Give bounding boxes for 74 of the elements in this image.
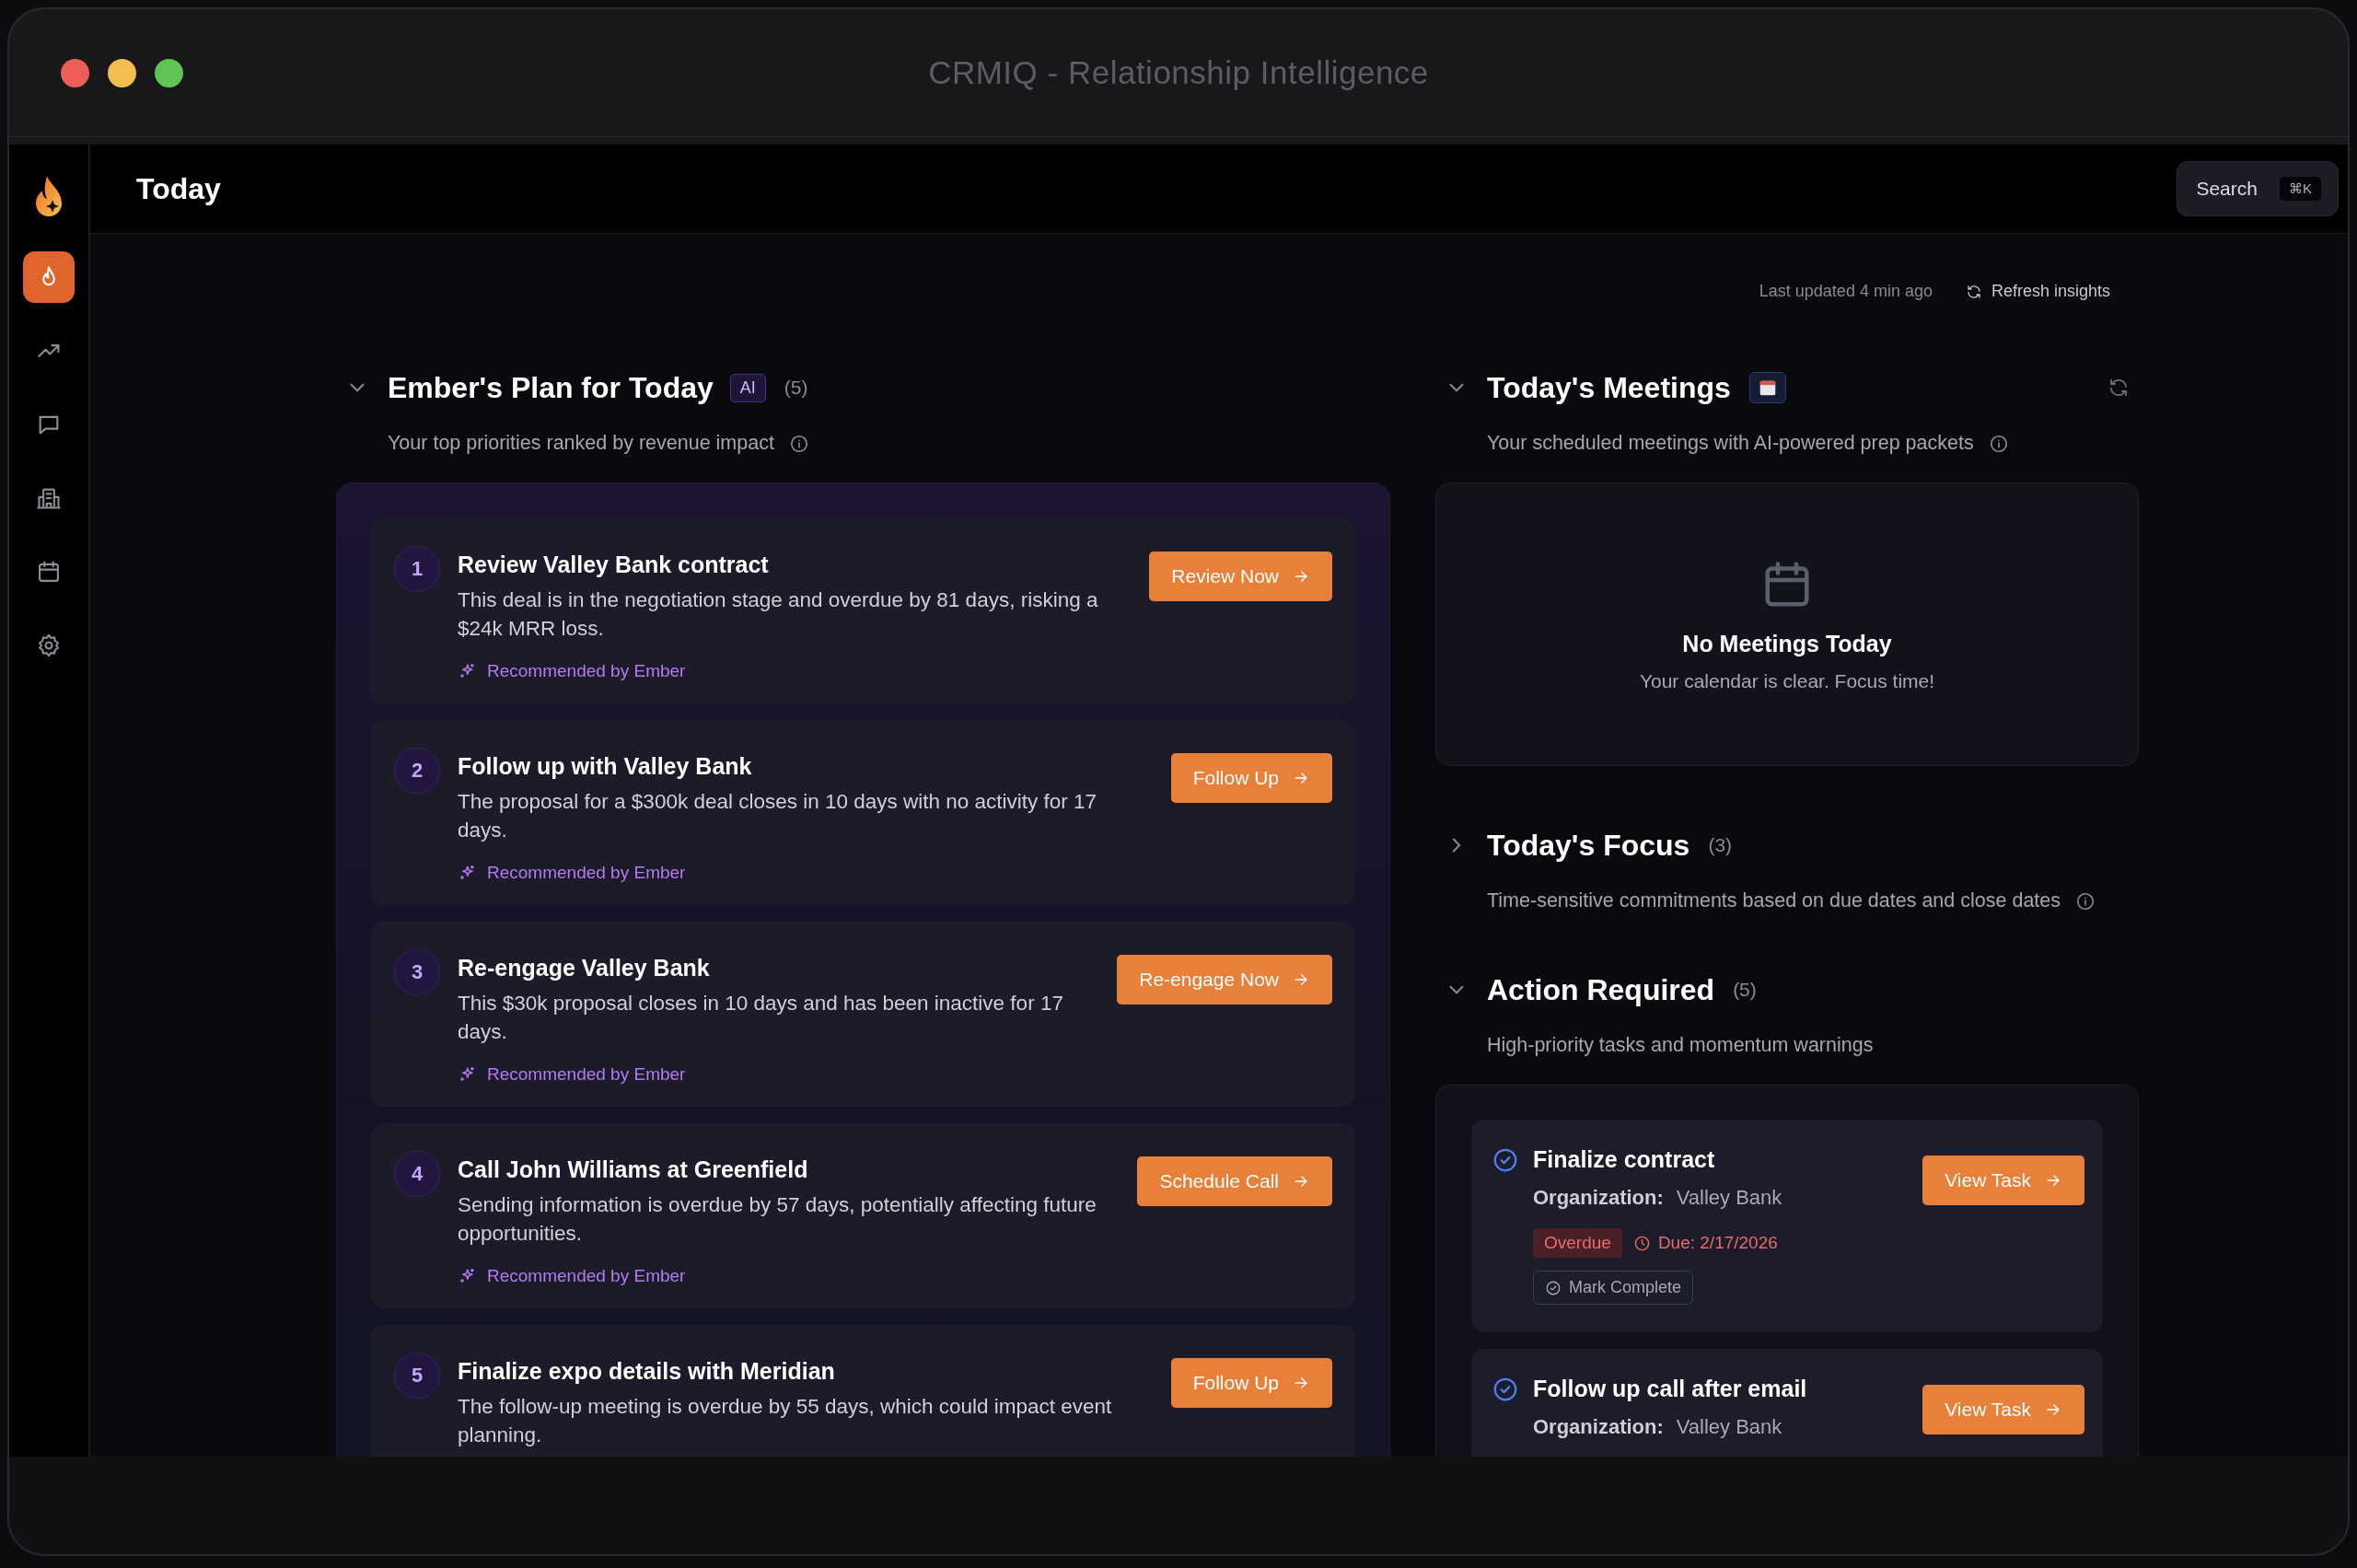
organization-name: Valley Bank <box>1676 1186 1782 1210</box>
task-title: Finalize expo details with Meridian <box>458 1358 836 1385</box>
task-description: Sending information is overdue by 57 days, potentially affecting future opportunities. <box>458 1192 1097 1247</box>
status-badge: Overdue <box>1533 1228 1622 1258</box>
info-icon <box>2075 890 2096 912</box>
shortcut-key: ⌘K <box>2280 177 2321 201</box>
task-description: The follow-up meeting is overdue by 55 days, which could impact event planning. <box>458 1394 1113 1448</box>
organization-label: Organization: <box>1533 1415 1664 1439</box>
calendar-icon <box>36 559 62 585</box>
info-icon <box>1988 433 2009 454</box>
check-circle-icon <box>1545 1279 1562 1296</box>
sparkle-icon <box>458 864 476 882</box>
refresh-link[interactable]: Refresh insights <box>1965 282 2110 301</box>
due-date: Due: 2/17/2026 <box>1657 1233 1778 1253</box>
mark-complete-button[interactable]: Mark Complete <box>1533 1271 1694 1305</box>
organization-name: Valley Bank <box>1676 1415 1782 1439</box>
section-subtitle: Your scheduled meetings with AI-powered prep packets <box>1487 432 1974 455</box>
task-title: Re-engage Valley Bank <box>458 955 711 981</box>
section-subtitle: Time-sensitive commitments based on due dates and close dates <box>1487 889 2061 912</box>
item-count: (5) <box>784 377 808 399</box>
section-title: Today's Meetings <box>1487 370 1731 405</box>
window-control[interactable] <box>108 58 136 87</box>
action-button[interactable]: Follow Up <box>1170 753 1332 803</box>
action-button[interactable]: Review Now <box>1149 552 1332 601</box>
empty-message: Your calendar is clear. Focus time! <box>1639 669 1935 692</box>
section-title: Ember's Plan for Today <box>388 370 714 405</box>
page-title: Today <box>136 171 221 206</box>
section-subtitle: Your top priorities ranked by revenue impact <box>388 432 774 455</box>
task-description: This $30k proposal closes in 10 days and has been inactive for 17 days. <box>458 991 1064 1045</box>
task-title: Finalize contract <box>1533 1146 1716 1173</box>
task-description: The proposal for a $300k deal closes in 10 days with no activity for 17 days. <box>458 789 1098 843</box>
refresh-icon <box>1965 283 1982 300</box>
task-title: Review Valley Bank contract <box>458 552 770 578</box>
recommendation-label: Recommended by Ember <box>487 661 686 681</box>
action-button[interactable]: Re-engage Now <box>1117 955 1332 1005</box>
empty-title: No Meetings Today <box>1682 630 1892 657</box>
section-title: Action Required <box>1487 972 1715 1007</box>
rank-number: 3 <box>394 949 440 995</box>
section-subtitle: High-priority tasks and momentum warnings <box>1487 1034 1874 1057</box>
task-title: Follow up with Valley Bank <box>458 753 753 780</box>
clock-icon <box>1632 1234 1651 1252</box>
sparkle-icon <box>458 1065 476 1084</box>
item-count: (5) <box>1733 979 1757 1001</box>
check-circle-icon <box>1492 1146 1519 1174</box>
task-title: Follow up call after email <box>1533 1376 1808 1402</box>
sidebar-item[interactable] <box>23 251 75 303</box>
recommendation-label: Recommended by Ember <box>487 1064 686 1085</box>
organization-label: Organization: <box>1533 1186 1664 1210</box>
recommendation-label: Recommended by Ember <box>487 1266 686 1286</box>
item-count: (3) <box>1708 834 1733 856</box>
check-circle-icon <box>1492 1376 1519 1403</box>
ai-badge: AI <box>729 373 766 402</box>
sparkle-icon <box>458 1267 476 1285</box>
rank-number: 5 <box>394 1353 440 1399</box>
view-task-button[interactable]: View Task <box>1922 1385 2084 1434</box>
section-title: Today's Focus <box>1487 828 1690 863</box>
window-control[interactable] <box>61 58 89 87</box>
sparkle-icon <box>458 662 476 680</box>
info-icon <box>788 433 809 454</box>
search-button[interactable]: Search ⌘K <box>2177 161 2339 216</box>
rank-number: 4 <box>394 1151 440 1197</box>
recommendation-label: Recommended by Ember <box>487 863 686 883</box>
task-title: Call John Williams at Greenfield <box>458 1156 809 1183</box>
window-control[interactable] <box>155 58 183 87</box>
last-updated-text: Last updated 4 min ago <box>1759 282 1933 301</box>
action-button[interactable]: Schedule Call <box>1137 1156 1332 1206</box>
settings-icon <box>36 633 62 658</box>
view-task-button[interactable]: View Task <box>1922 1156 2084 1205</box>
rank-number: 1 <box>394 546 440 592</box>
refresh-icon <box>2107 377 2130 399</box>
window-title: CRMIQ - Relationship Intelligence <box>928 54 1429 91</box>
task-description: This deal is in the negotiation stage and overdue by 81 days, risking a $24k MRR loss. <box>458 587 1099 642</box>
rank-number: 2 <box>394 748 440 794</box>
action-button[interactable]: Follow Up <box>1170 1358 1332 1408</box>
